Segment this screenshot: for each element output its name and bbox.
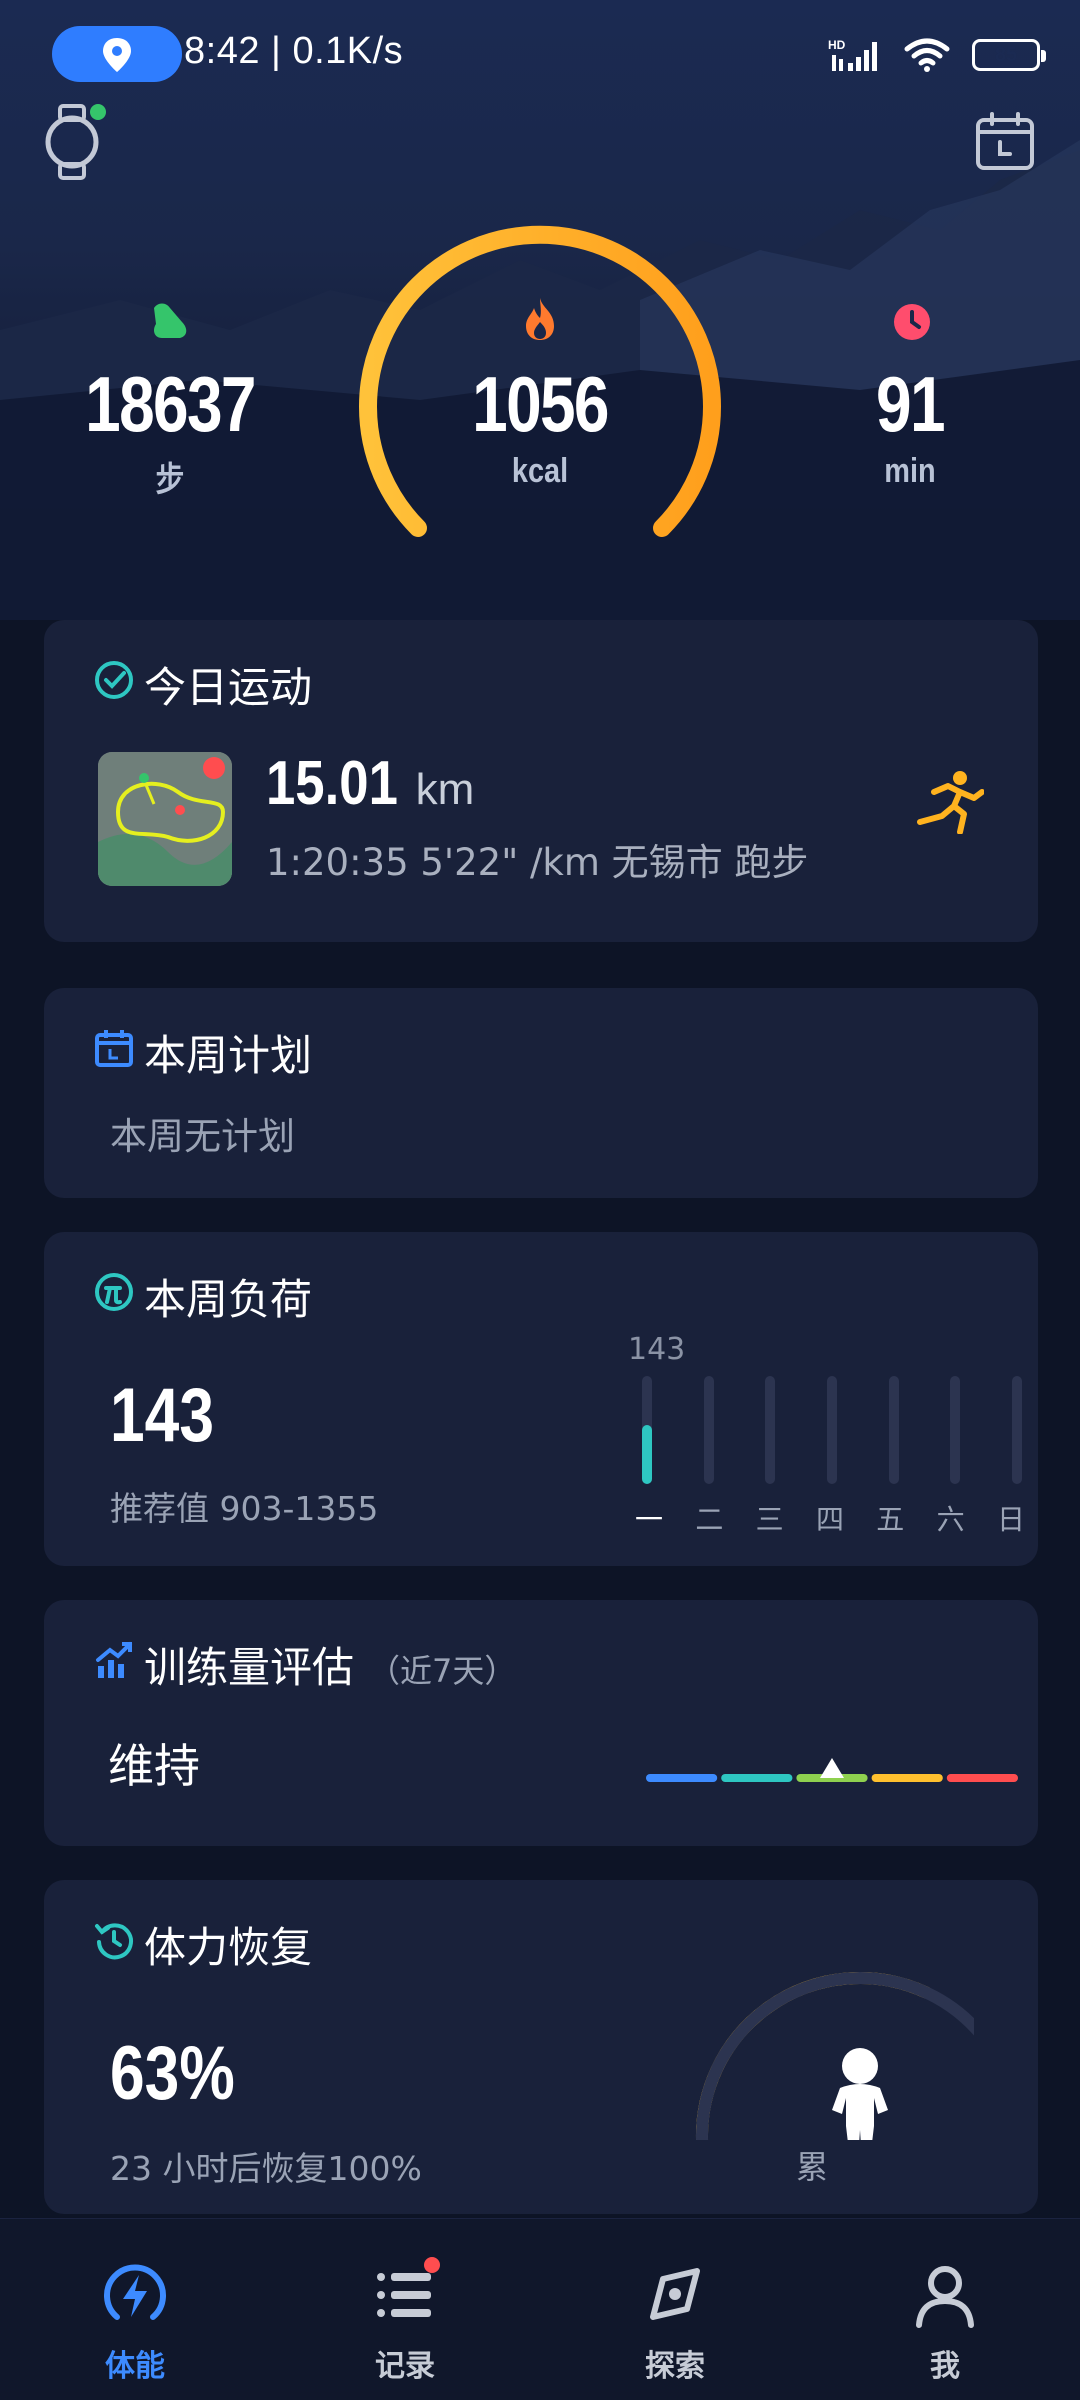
battery-level: 85 [994, 43, 1018, 66]
status-bar: 8:42 | 0.1K/s HD 85 [0, 0, 1080, 110]
route-map-thumbnail[interactable] [98, 752, 232, 886]
recovery-text: 23 小时后恢复100% [110, 2149, 422, 2188]
trend-chart-icon [96, 1642, 132, 1678]
load-day-labels: 一二三四五六日 [634, 1498, 1026, 1538]
check-circle-icon [95, 661, 133, 699]
signal-icon: HD [828, 38, 877, 71]
load-bar-track [642, 1376, 652, 1484]
location-pin-icon [103, 38, 131, 72]
load-bar-track [765, 1376, 776, 1484]
scale-segment [871, 1774, 943, 1782]
recovery-clock-icon [95, 1923, 133, 1960]
weekly-plan-empty: 本周无计划 [110, 1115, 295, 1158]
calories-stat[interactable]: 1056 kcal [420, 295, 660, 491]
load-gauge-icon [95, 1273, 133, 1311]
wifi-icon [904, 38, 950, 72]
records-notification-dot [424, 2257, 440, 2273]
calories-unit: kcal [511, 452, 569, 490]
nav-label-records: 记录 [375, 2349, 435, 2384]
weekly-plan-title: 本周计划 [144, 1031, 313, 1080]
training-eval-title-row: 训练量评估 （近7天） [144, 1634, 516, 1695]
today-exercise-title: 今日运动 [144, 663, 313, 712]
running-icon [917, 771, 984, 834]
calendar-button[interactable] [974, 110, 1036, 172]
person-figure-icon [832, 2084, 888, 2140]
recovery-title: 体力恢复 [144, 1923, 313, 1972]
recovery-gauge [696, 1972, 974, 2140]
nav-item-fitness[interactable]: 体能 [0, 2219, 270, 2400]
training-eval-card[interactable]: 训练量评估 （近7天） 维持 [44, 1600, 1038, 1846]
scale-marker [820, 1758, 844, 1778]
scale-segment [646, 1774, 718, 1782]
bottom-navigation: 体能 记录 探索 我 [0, 2218, 1080, 2400]
nav-item-records[interactable]: 记录 [270, 2219, 540, 2400]
minutes-unit: min [884, 452, 936, 490]
weekly-load-recommended: 推荐值 903-1355 [110, 1489, 379, 1528]
load-bars [642, 1376, 1022, 1486]
load-day-label: 日 [996, 1503, 1025, 1536]
nav-label-fitness: 体能 [105, 2349, 165, 2384]
recovery-state: 累 [796, 2148, 829, 2186]
load-day-label: 五 [876, 1503, 905, 1536]
distance-value: 15.01 [266, 749, 398, 818]
svg-text:HD: HD [828, 38, 846, 52]
load-day-label: 一 [634, 1503, 663, 1536]
status-icons: HD 85 [828, 30, 1046, 80]
steps-value: 18637 [85, 360, 256, 448]
watch-icon [45, 104, 106, 180]
training-eval-title: 训练量评估 [144, 1643, 355, 1692]
gauge-track [696, 1972, 974, 2140]
nav-item-me[interactable]: 我 [810, 2219, 1080, 2400]
load-day-label: 三 [755, 1503, 784, 1536]
recovery-value: 63% [110, 2031, 235, 2116]
distance-unit: km [415, 765, 475, 814]
activity-meta: 1:20:35 5'22" /km 无锡市 跑步 [266, 841, 809, 884]
load-bar-track [826, 1376, 837, 1484]
calories-value: 1056 [472, 360, 609, 448]
today-exercise-card[interactable]: 今日运动 15.01 km 1:20:35 5'22" /km 无锡市 跑步 [44, 620, 1038, 942]
load-day-label: 二 [695, 1503, 724, 1536]
steps-stat[interactable]: 18637 步 [60, 295, 280, 501]
scale-segment [946, 1774, 1018, 1782]
route-map [98, 752, 232, 886]
nav-item-explore[interactable]: 探索 [540, 2219, 810, 2400]
calendar-icon [976, 112, 1034, 170]
weekly-load-title: 本周负荷 [144, 1275, 313, 1324]
scale-segment [721, 1774, 793, 1782]
minutes-stat[interactable]: 91 min [810, 295, 1010, 491]
training-eval-subtitle: （近7天） [368, 1652, 517, 1690]
plan-calendar-icon [95, 1030, 133, 1067]
load-bar-track [703, 1376, 714, 1484]
recovery-card[interactable]: 体力恢复 63% 23 小时后恢复100% 累 [44, 1880, 1038, 2214]
load-bar-track [1011, 1376, 1022, 1484]
nav-label-explore: 探索 [645, 2349, 705, 2384]
person-icon [916, 2266, 974, 2328]
nav-label-me: 我 [930, 2349, 960, 2384]
training-eval-status: 维持 [108, 1739, 200, 1793]
lightning-icon [104, 2264, 166, 2320]
weekly-load-value: 143 [110, 1373, 214, 1458]
load-bar-track [888, 1376, 899, 1484]
load-bar-fill [642, 1424, 652, 1484]
minutes-value: 91 [876, 360, 946, 448]
status-time-speed: 8:42 | 0.1K/s [184, 30, 404, 72]
steps-unit: 步 [155, 461, 185, 499]
compass-icon [650, 2268, 700, 2320]
load-chart-max: 143 [628, 1332, 686, 1367]
load-bar-track [950, 1376, 961, 1484]
battery-icon: 85 [972, 39, 1046, 71]
load-day-label: 四 [815, 1503, 844, 1536]
gauge-fill [696, 1972, 933, 2140]
weekly-plan-card[interactable]: 本周计划 本周无计划 [44, 988, 1038, 1198]
figure-head [842, 2048, 878, 2084]
weekly-load-card[interactable]: 本周负荷 143 推荐值 903-1355 143 一二三四五六日 [44, 1232, 1038, 1566]
activity-distance: 15.01 km [266, 748, 474, 819]
load-day-label: 六 [936, 1503, 965, 1536]
watch-device-button[interactable] [40, 100, 110, 184]
training-scale [646, 1758, 1018, 1782]
location-pill [52, 26, 182, 82]
